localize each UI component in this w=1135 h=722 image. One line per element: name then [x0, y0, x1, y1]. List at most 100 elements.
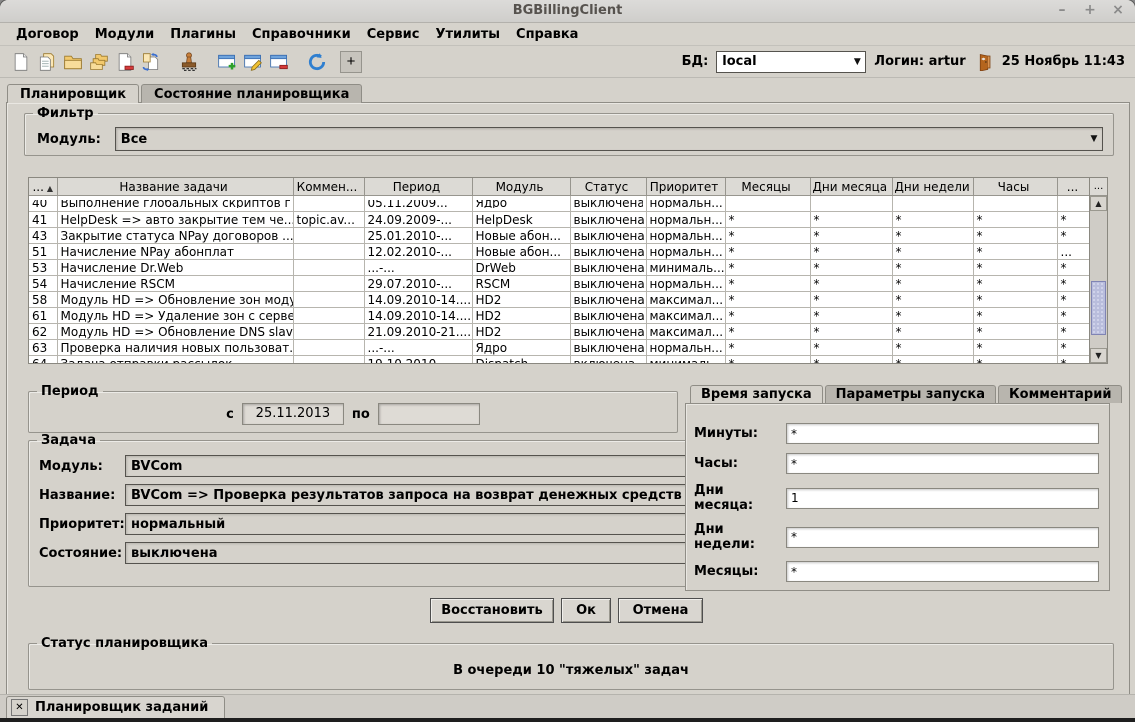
cancel-button[interactable]: Отмена: [618, 598, 703, 623]
door-exit-icon[interactable]: [974, 50, 994, 74]
column-header[interactable]: Дни недели: [892, 178, 973, 196]
menu-bar: ДоговорМодулиПлагиныСправочникиСервисУти…: [0, 23, 1135, 46]
db-label: БД:: [682, 54, 709, 69]
column-header[interactable]: Модуль: [472, 178, 570, 196]
table-row[interactable]: 61 Модуль HD => Удаление зон с серве... …: [29, 308, 1091, 324]
table-row[interactable]: 51 Начисление NPay абонплат 12.02.2010-.…: [29, 244, 1091, 260]
remove-window-icon[interactable]: [266, 50, 292, 74]
menu-item[interactable]: Справка: [508, 25, 586, 44]
column-header[interactable]: Часы: [973, 178, 1057, 196]
table-row[interactable]: 58 Модуль HD => Обновление зон моду... 1…: [29, 292, 1091, 308]
period-to-field[interactable]: [378, 403, 480, 425]
scheduler-status-title: Статус планировщика: [37, 636, 212, 651]
add-window-icon[interactable]: [214, 50, 240, 74]
window-bottom-edge: [0, 718, 1135, 722]
menu-item[interactable]: Договор: [8, 25, 87, 44]
restore-button[interactable]: Восстановить: [430, 598, 554, 623]
close-tab-icon[interactable]: ✕: [11, 699, 28, 716]
minimize-button[interactable]: –: [1055, 2, 1069, 18]
menu-item[interactable]: Сервис: [359, 25, 428, 44]
remove-document-icon[interactable]: [112, 50, 138, 74]
task-groupbox: Задача Модуль: BVCom ▼ Название: BVCom =…: [28, 433, 717, 587]
task-name-select[interactable]: BVCom => Проверка результатов запроса на…: [125, 484, 704, 506]
folders-icon[interactable]: [86, 50, 112, 74]
refresh-icon[interactable]: [304, 50, 330, 74]
column-header[interactable]: Дни месяца: [810, 178, 892, 196]
menu-item[interactable]: Справочники: [244, 25, 359, 44]
column-header[interactable]: Приоритет: [646, 178, 725, 196]
task-module-select[interactable]: BVCom ▼: [125, 455, 704, 477]
menu-item[interactable]: Модули: [87, 25, 162, 44]
column-header[interactable]: Название задачи: [57, 178, 293, 196]
filter-module-label: Модуль:: [37, 132, 101, 147]
tab-scheduler-state[interactable]: Состояние планировщика: [141, 84, 362, 103]
title-bar: BGBillingClient – + ×: [0, 0, 1135, 23]
table-row[interactable]: 41 HelpDesk => авто закрытие тем че... t…: [29, 212, 1091, 228]
filter-module-select[interactable]: Все ▼: [115, 127, 1103, 151]
new-document-icon[interactable]: [8, 50, 34, 74]
task-group-title: Задача: [37, 433, 100, 448]
open-folder-icon[interactable]: [60, 50, 86, 74]
ok-button[interactable]: Ок: [561, 598, 611, 623]
db-select[interactable]: local ▼: [716, 51, 866, 73]
schedule-tab-bar: Время запуска Параметры запуска Коммента…: [690, 385, 1122, 403]
period-from-label: с: [226, 407, 234, 422]
transfer-document-icon[interactable]: [138, 50, 164, 74]
tab-scheduler[interactable]: Планировщик: [7, 84, 139, 103]
table-row[interactable]: 54 Начисление RSCM 29.07.2010-... RSCM в…: [29, 276, 1091, 292]
task-priority-select[interactable]: нормальный ▼: [125, 513, 704, 535]
scroll-down-icon[interactable]: ▼: [1090, 348, 1107, 363]
column-header[interactable]: Месяцы: [725, 178, 810, 196]
tab-run-params[interactable]: Параметры запуска: [825, 385, 996, 403]
table-row[interactable]: 62 Модуль HD => Обновление DNS slav... 2…: [29, 324, 1091, 340]
minutes-input[interactable]: [786, 423, 1099, 444]
filter-group-title: Фильтр: [33, 106, 98, 121]
menu-item[interactable]: Утилиты: [427, 25, 508, 44]
login-label: Логин: artur: [874, 54, 965, 69]
stamp-icon[interactable]: [176, 50, 202, 74]
filter-groupbox: Фильтр Модуль: Все ▼: [24, 106, 1114, 156]
column-header[interactable]: Статус: [570, 178, 646, 196]
sort-ascending-icon: ▲: [47, 184, 53, 193]
application-window: BGBillingClient – + × ДоговорМодулиПлаги…: [0, 0, 1135, 722]
scroll-up-icon[interactable]: ▲: [1090, 196, 1107, 211]
column-header[interactable]: Период: [364, 178, 472, 196]
db-select-value: local: [717, 54, 849, 69]
period-group-title: Период: [37, 384, 103, 399]
scheduler-status-text: В очереди 10 "тяжелых" задач: [29, 663, 1113, 678]
table-row-partial[interactable]: 40 Выполнение глобальных скриптов п... 0…: [29, 196, 1091, 212]
toolbar: + БД: local ▼ Логин: artur 25 Ноябрь 11:…: [0, 46, 1135, 78]
month-days-input[interactable]: [786, 488, 1099, 509]
bottom-tab-scheduler-tasks[interactable]: ✕ Планировщик заданий: [6, 696, 225, 719]
table-header-row: ...▲Название задачиКоммен...ПериодМодуль…: [29, 178, 1091, 196]
task-name-label: Название:: [39, 488, 125, 503]
copy-document-icon[interactable]: [34, 50, 60, 74]
period-from-field[interactable]: 25.11.2013: [242, 403, 344, 425]
week-days-input[interactable]: [786, 527, 1099, 548]
maximize-button[interactable]: +: [1083, 2, 1097, 18]
edit-window-icon[interactable]: [240, 50, 266, 74]
scrollbar-thumb[interactable]: [1091, 281, 1106, 335]
window-title: BGBillingClient: [0, 3, 1135, 18]
column-header[interactable]: Коммен...: [293, 178, 364, 196]
menu-item[interactable]: Плагины: [162, 25, 244, 44]
months-input[interactable]: [786, 561, 1099, 582]
filter-module-value: Все: [116, 132, 1086, 147]
table-body: 41 HelpDesk => авто закрытие тем че... t…: [29, 212, 1091, 365]
tab-comment[interactable]: Комментарий: [998, 385, 1122, 403]
task-state-select[interactable]: выключена ▼: [125, 542, 704, 564]
add-tab-button[interactable]: +: [340, 51, 362, 73]
scheduler-status-groupbox: Статус планировщика В очереди 10 "тяжелы…: [28, 636, 1114, 690]
table-row[interactable]: 53 Начисление Dr.Web ...-... DrWeb выклю…: [29, 260, 1091, 276]
hours-input[interactable]: [786, 453, 1099, 474]
tab-run-time[interactable]: Время запуска: [690, 385, 823, 403]
chevron-down-icon: ▼: [849, 57, 865, 67]
close-button[interactable]: ×: [1111, 2, 1125, 18]
task-priority-label: Приоритет:: [39, 517, 125, 532]
column-header[interactable]: ...: [1057, 178, 1091, 196]
table-row[interactable]: 64 Задача отправки рассылок 19.10.2010-.…: [29, 356, 1091, 365]
table-row[interactable]: 43 Закрытие статуса NPay договоров ... 2…: [29, 228, 1091, 244]
table-row[interactable]: 63 Проверка наличия новых пользоват... .…: [29, 340, 1091, 356]
vertical-scrollbar[interactable]: ... ▲ ▼: [1089, 178, 1107, 363]
column-header[interactable]: ...▲: [29, 178, 57, 196]
